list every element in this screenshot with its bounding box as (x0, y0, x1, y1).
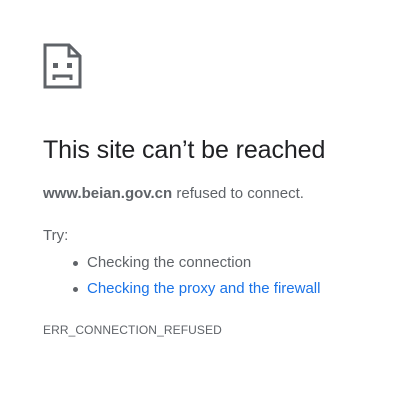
host-name: www.beian.gov.cn (43, 185, 173, 202)
suggestion-list: Checking the connection Checking the pro… (71, 253, 320, 305)
page-title: This site can’t be reached (43, 136, 326, 164)
bullet-icon (73, 261, 78, 266)
suggestion-label: Checking the connection (87, 254, 252, 271)
summary-message: refused to connect. (172, 185, 304, 202)
error-summary: www.beian.gov.cn refused to connect. (43, 184, 304, 204)
sad-page-icon (43, 43, 82, 89)
suggestion-item-proxy-firewall[interactable]: Checking the proxy and the firewall (71, 279, 320, 299)
error-code: ERR_CONNECTION_REFUSED (43, 323, 222, 337)
try-label: Try: (43, 227, 69, 244)
suggestion-item-connection: Checking the connection (71, 253, 320, 273)
proxy-firewall-link[interactable]: Checking the proxy and the firewall (87, 280, 320, 297)
bullet-icon (73, 287, 78, 292)
